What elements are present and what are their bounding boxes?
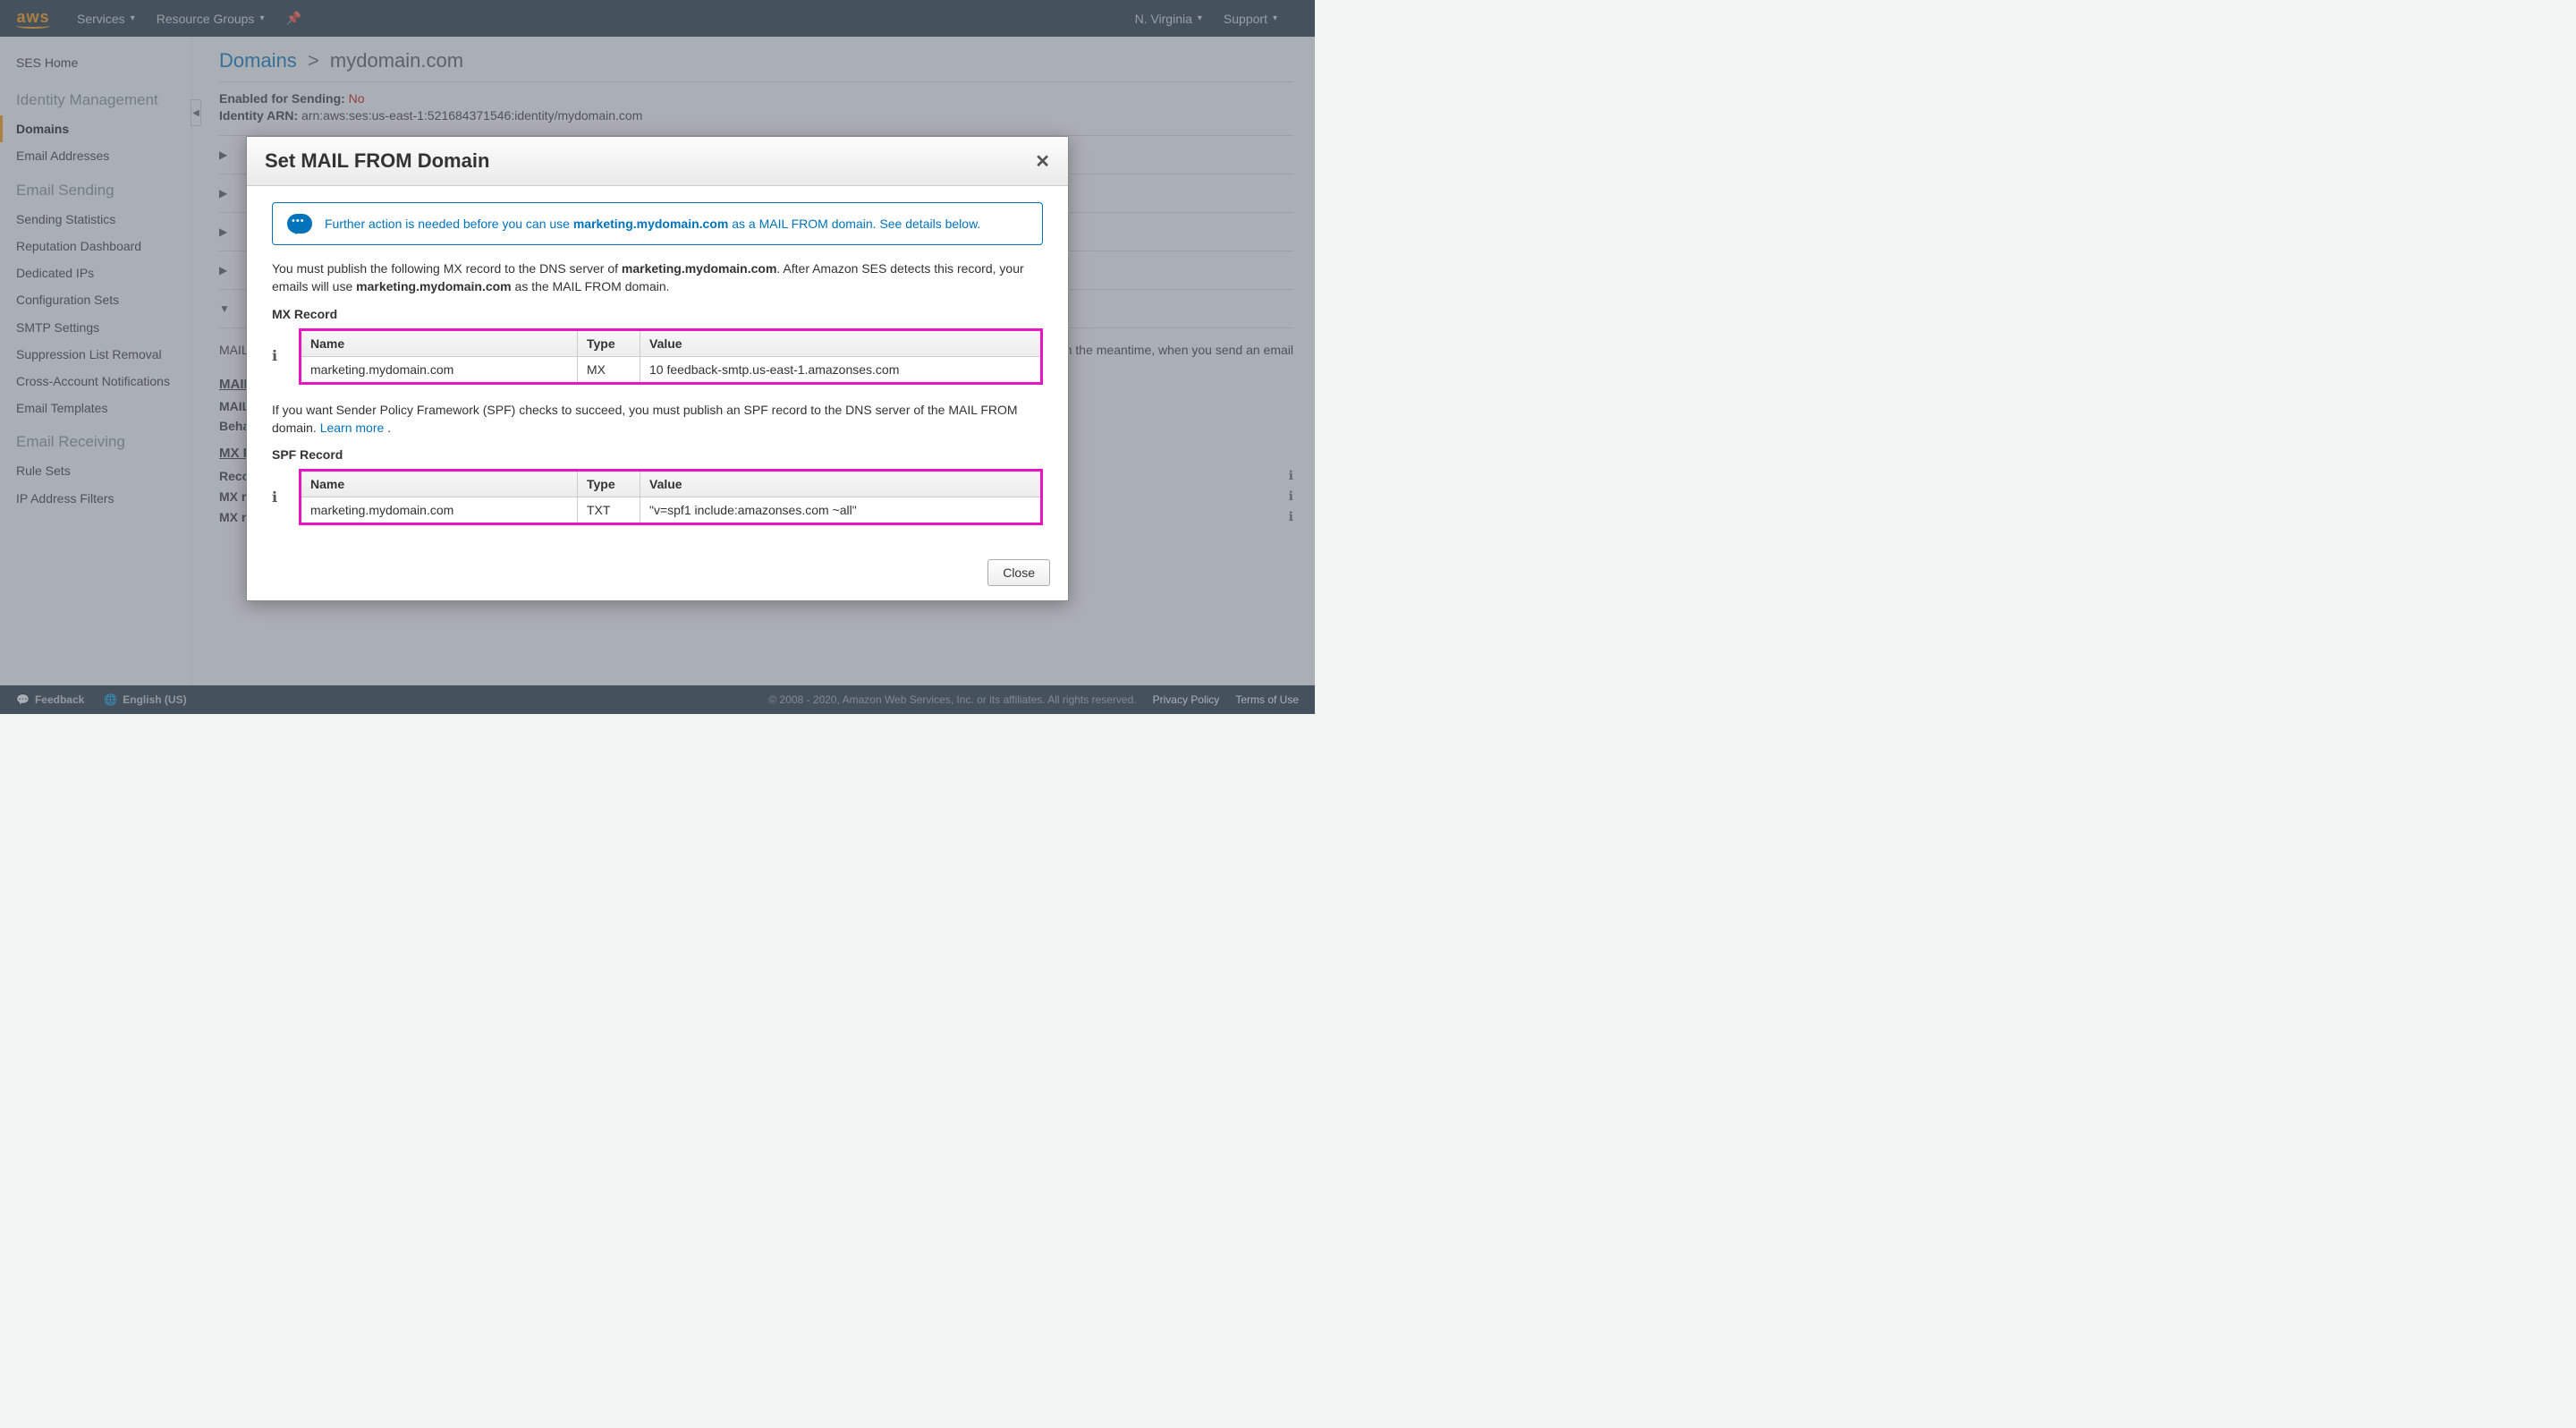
period: . xyxy=(384,421,391,435)
th-type: Type xyxy=(578,329,640,356)
mx-instruction-text: You must publish the following MX record… xyxy=(272,259,1043,296)
table-row: marketing.mydomain.com TXT "v=spf1 inclu… xyxy=(301,497,1042,524)
banner-see-details-link[interactable]: See details below. xyxy=(879,217,980,231)
p1-domain2: marketing.mydomain.com xyxy=(356,279,512,293)
th-value: Value xyxy=(640,471,1042,497)
mx-record-table: Name Type Value marketing.mydomain.com M… xyxy=(299,328,1043,385)
spf-record-row: ℹ Name Type Value marketing.mydomain.com… xyxy=(272,469,1043,525)
th-value: Value xyxy=(640,329,1042,356)
p1-pre: You must publish the following MX record… xyxy=(272,261,622,276)
spf-record-table: Name Type Value marketing.mydomain.com T… xyxy=(299,469,1043,525)
close-icon[interactable]: ✕ xyxy=(1035,150,1050,173)
modal-title: Set MAIL FROM Domain xyxy=(265,149,489,173)
spf-instruction-text: If you want Sender Policy Framework (SPF… xyxy=(272,401,1043,438)
info-icon[interactable]: ℹ xyxy=(272,489,288,506)
set-mail-from-domain-modal: Set MAIL FROM Domain ✕ Further action is… xyxy=(246,136,1069,601)
banner-domain: marketing.mydomain.com xyxy=(573,217,729,231)
table-row: marketing.mydomain.com MX 10 feedback-sm… xyxy=(301,356,1042,383)
banner-text-pre: Further action is needed before you can … xyxy=(325,217,573,231)
learn-more-link[interactable]: Learn more xyxy=(320,421,385,435)
modal-header: Set MAIL FROM Domain ✕ xyxy=(247,137,1068,186)
mx-record-heading: MX Record xyxy=(272,307,1043,321)
close-button[interactable]: Close xyxy=(987,559,1050,586)
speech-bubble-icon xyxy=(287,214,312,234)
banner-text-post: as a MAIL FROM domain. xyxy=(728,217,879,231)
mx-value-cell: 10 feedback-smtp.us-east-1.amazonses.com xyxy=(640,356,1042,383)
th-name: Name xyxy=(301,471,578,497)
mx-type-cell: MX xyxy=(578,356,640,383)
p1-domain1: marketing.mydomain.com xyxy=(622,261,777,276)
th-type: Type xyxy=(578,471,640,497)
modal-body: Further action is needed before you can … xyxy=(247,186,1068,550)
spf-name-cell: marketing.mydomain.com xyxy=(301,497,578,524)
spf-value-cell: "v=spf1 include:amazonses.com ~all" xyxy=(640,497,1042,524)
p1-post: as the MAIL FROM domain. xyxy=(512,279,670,293)
mx-record-row: ℹ Name Type Value marketing.mydomain.com… xyxy=(272,328,1043,385)
spf-record-heading: SPF Record xyxy=(272,447,1043,462)
th-name: Name xyxy=(301,329,578,356)
modal-footer: Close xyxy=(247,550,1068,600)
info-banner-text: Further action is needed before you can … xyxy=(325,217,980,231)
mx-name-cell: marketing.mydomain.com xyxy=(301,356,578,383)
spf-type-cell: TXT xyxy=(578,497,640,524)
info-banner: Further action is needed before you can … xyxy=(272,202,1043,245)
info-icon[interactable]: ℹ xyxy=(272,347,288,365)
